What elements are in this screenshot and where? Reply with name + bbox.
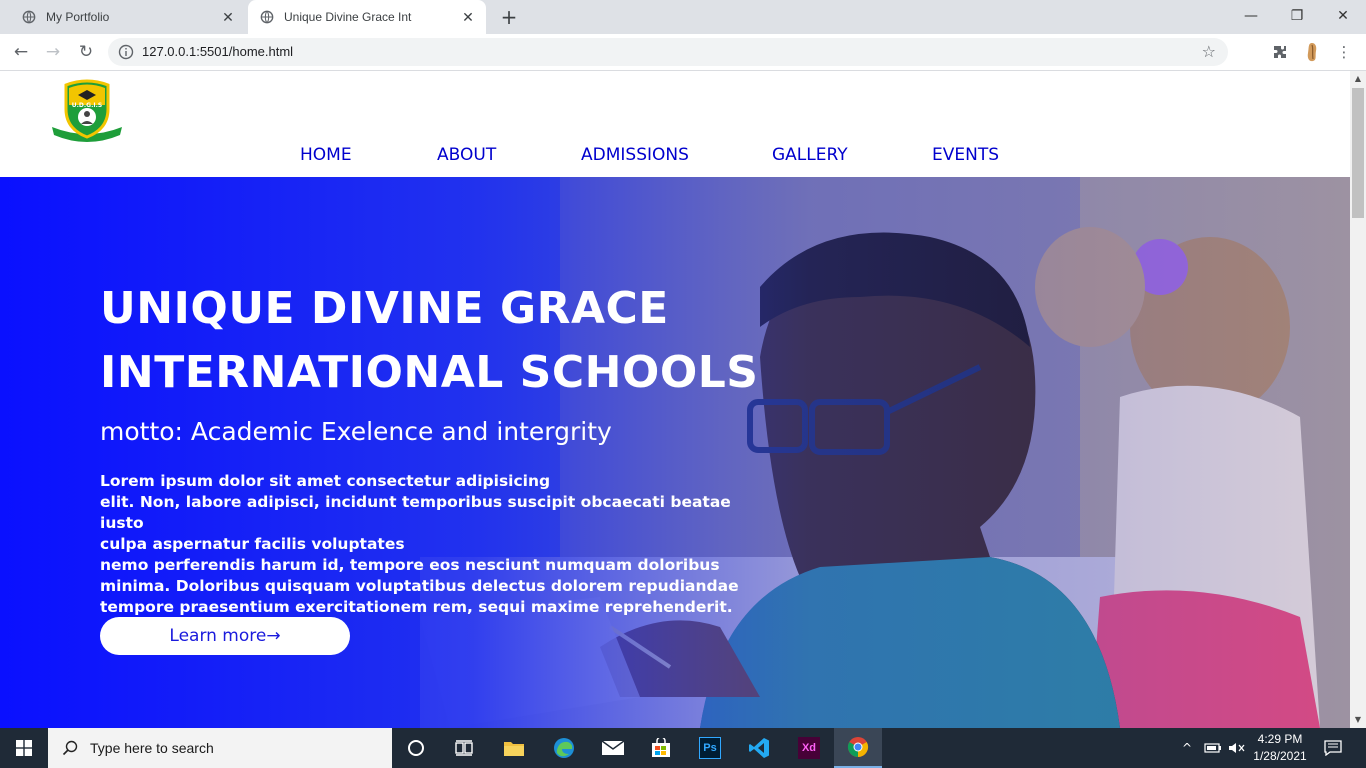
edge-icon[interactable] (540, 728, 588, 768)
hero-body-line: tempore praesentium exercitationem rem, … (100, 598, 733, 616)
hero-title-line-1: UNIQUE DIVINE GRACE (100, 283, 669, 334)
school-logo[interactable]: U.D.G.I.S (50, 79, 124, 143)
vscode-icon[interactable] (735, 728, 783, 768)
tab-unique-divine-grace[interactable]: Unique Divine Grace Int ✕ (248, 0, 486, 34)
cortana-icon[interactable] (392, 728, 440, 768)
hero-description: Lorem ipsum dolor sit amet consectetur a… (100, 471, 760, 618)
maximize-button[interactable]: ❐ (1274, 0, 1320, 32)
task-view-icon[interactable] (440, 728, 488, 768)
svg-text:U.D.G.I.S: U.D.G.I.S (72, 102, 102, 109)
info-icon (118, 44, 134, 60)
bookmark-star-icon[interactable]: ☆ (1202, 42, 1216, 61)
page-scrollbar[interactable]: ▲ ▼ (1350, 71, 1366, 728)
extensions-icon[interactable] (1270, 42, 1290, 62)
scrollbar-thumb[interactable] (1352, 88, 1364, 218)
hero-body-line: elit. Non, labore adipisci, incidunt tem… (100, 493, 731, 532)
nav-admissions[interactable]: ADMISSIONS (581, 145, 689, 165)
hero-motto: motto: Academic Exelence and intergrity (100, 417, 612, 446)
nav-about[interactable]: ABOUT (437, 145, 496, 165)
address-bar[interactable]: 127.0.0.1:5501/home.html ☆ (108, 38, 1228, 66)
minimize-button[interactable]: — (1228, 0, 1274, 32)
hero-body-line: culpa aspernatur facilis voluptates (100, 535, 405, 553)
browser-toolbar: ← → ↻ 127.0.0.1:5501/home.html ☆ ⋮ (0, 34, 1366, 71)
nav-gallery[interactable]: GALLERY (772, 145, 848, 165)
reload-button[interactable]: ↻ (74, 40, 98, 64)
nav-home[interactable]: HOME (300, 145, 352, 165)
scroll-down-arrow-icon[interactable]: ▼ (1350, 712, 1366, 728)
show-hidden-icons-icon[interactable]: ^ (1182, 728, 1192, 768)
browser-tab-strip: My Portfolio ✕ Unique Divine Grace Int ✕… (0, 0, 1366, 34)
photoshop-label: Ps (699, 737, 721, 759)
battery-icon[interactable] (1204, 728, 1222, 768)
tab-title: Unique Divine Grace Int (284, 10, 412, 24)
close-tab-icon[interactable]: ✕ (220, 9, 236, 25)
action-center-icon[interactable] (1324, 728, 1342, 768)
tab-my-portfolio[interactable]: My Portfolio ✕ (10, 0, 246, 34)
url-text: 127.0.0.1:5501/home.html (142, 44, 294, 59)
system-clock[interactable]: 4:29 PM 1/28/2021 (1248, 731, 1312, 765)
learn-more-button[interactable]: Learn more→ (100, 617, 350, 655)
close-window-button[interactable]: ✕ (1320, 0, 1366, 32)
hero-body-line: nemo perferendis harum id, tempore eos n… (100, 556, 720, 574)
file-explorer-icon[interactable] (490, 728, 538, 768)
hero-title-line-2: INTERNATIONAL SCHOOLS (100, 347, 759, 398)
globe-icon (260, 10, 274, 24)
store-icon[interactable] (637, 728, 685, 768)
hero-section: UNIQUE DIVINE GRACE INTERNATIONAL SCHOOL… (0, 177, 1350, 728)
volume-muted-icon[interactable] (1228, 728, 1246, 768)
mail-icon[interactable] (589, 728, 637, 768)
forward-button[interactable]: → (41, 40, 65, 64)
taskbar-search-box[interactable]: Type here to search (48, 728, 392, 768)
hero-body-line: Lorem ipsum dolor sit amet consectetur a… (100, 472, 551, 490)
site-header: U.D.G.I.S HOME ABOUT ADMISSIONS GALLERY … (0, 71, 1350, 177)
new-tab-button[interactable]: + (498, 6, 520, 28)
hero-body-line: minima. Doloribus quisquam voluptatibus … (100, 577, 739, 595)
page-viewport: U.D.G.I.S HOME ABOUT ADMISSIONS GALLERY … (0, 71, 1350, 728)
back-button[interactable]: ← (9, 40, 33, 64)
hero-title: UNIQUE DIVINE GRACE INTERNATIONAL SCHOOL… (100, 277, 800, 405)
nav-events[interactable]: EVENTS (932, 145, 999, 165)
photoshop-icon[interactable]: Ps (686, 728, 734, 768)
clock-time: 4:29 PM (1257, 732, 1303, 746)
windows-logo-icon (16, 740, 32, 756)
windows-taskbar: Type here to search Ps Xd ^ 4:29 PM 1/28… (0, 728, 1366, 768)
adobe-xd-label: Xd (798, 737, 820, 759)
scroll-up-arrow-icon[interactable]: ▲ (1350, 71, 1366, 87)
tab-title: My Portfolio (46, 10, 110, 24)
profile-avatar[interactable] (1302, 42, 1322, 62)
search-icon (62, 740, 78, 756)
chrome-icon[interactable] (834, 728, 882, 768)
clock-date: 1/28/2021 (1253, 749, 1307, 763)
search-placeholder: Type here to search (90, 740, 214, 756)
close-tab-icon[interactable]: ✕ (460, 9, 476, 25)
start-button[interactable] (0, 728, 48, 768)
adobe-xd-icon[interactable]: Xd (785, 728, 833, 768)
chrome-menu-icon[interactable]: ⋮ (1334, 42, 1354, 62)
globe-icon (22, 10, 36, 24)
